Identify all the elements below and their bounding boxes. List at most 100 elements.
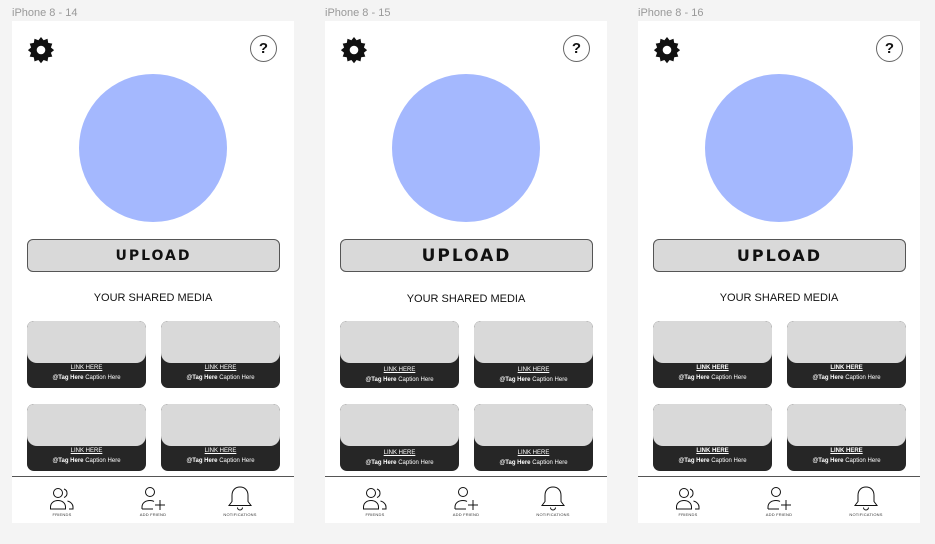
nav-add-friend[interactable]: ADD FRIEND	[744, 485, 814, 517]
media-link[interactable]: LINK HERE	[27, 448, 146, 454]
media-card[interactable]: LINK HERE @Tag Here Caption Here	[787, 321, 906, 388]
media-thumbnail[interactable]	[27, 321, 146, 363]
media-tag[interactable]: @Tag Here	[52, 375, 83, 381]
help-button[interactable]: ?	[563, 35, 590, 62]
gear-icon[interactable]	[652, 35, 682, 65]
media-link[interactable]: LINK HERE	[787, 448, 906, 454]
media-thumbnail[interactable]	[787, 321, 906, 363]
media-caption: @Tag Here Caption Here	[161, 458, 280, 464]
media-card[interactable]: LINK HERE @Tag Here Caption Here	[787, 404, 906, 471]
media-card[interactable]: LINK HERE @Tag Here Caption Here	[340, 404, 459, 471]
media-thumbnail[interactable]	[340, 321, 459, 363]
upload-button[interactable]: UPLOAD	[653, 239, 906, 272]
section-title: YOUR SHARED MEDIA	[93, 292, 213, 304]
media-card[interactable]: LINK HERE @Tag Here Caption Here	[474, 321, 593, 388]
nav-notifications-label: NOTIFICATIONS	[536, 512, 570, 517]
media-tag[interactable]: @Tag Here	[499, 377, 530, 383]
bell-icon	[854, 486, 878, 511]
media-thumbnail[interactable]	[161, 321, 280, 363]
media-card[interactable]: LINK HERE @Tag Here Caption Here	[27, 321, 146, 388]
person-plus-icon	[767, 487, 791, 510]
section-title: YOUR SHARED MEDIA	[406, 293, 526, 305]
media-link[interactable]: LINK HERE	[161, 365, 280, 371]
media-link[interactable]: LINK HERE	[340, 450, 459, 456]
nav-notifications[interactable]: NOTIFICATIONS	[518, 485, 588, 517]
media-card[interactable]: LINK HERE @Tag Here Caption Here	[653, 321, 772, 388]
people-icon	[363, 488, 387, 510]
person-plus-icon	[454, 487, 478, 510]
media-tag[interactable]: @Tag Here	[365, 377, 396, 383]
people-icon	[676, 488, 700, 510]
nav-friends[interactable]: FRIENDS	[27, 485, 97, 517]
bottom-nav: FRIENDS ADD FRIEND NOTIFICATIONS	[12, 476, 294, 523]
phone-frame: ? UPLOAD YOUR SHARED MEDIA LINK HERE @Tag…	[638, 21, 920, 523]
caption-text: Caption Here	[845, 375, 881, 381]
media-caption: @Tag Here Caption Here	[653, 375, 772, 381]
media-thumbnail[interactable]	[653, 404, 772, 446]
nav-add-friend[interactable]: ADD FRIEND	[431, 485, 501, 517]
media-tag[interactable]: @Tag Here	[812, 375, 843, 381]
nav-notifications[interactable]: NOTIFICATIONS	[831, 485, 901, 517]
gear-icon[interactable]	[26, 35, 56, 65]
media-card[interactable]: LINK HERE @Tag Here Caption Here	[27, 404, 146, 471]
caption-text: Caption Here	[219, 375, 255, 381]
nav-add-friend[interactable]: ADD FRIEND	[118, 485, 188, 517]
media-tag[interactable]: @Tag Here	[186, 375, 217, 381]
help-button[interactable]: ?	[876, 35, 903, 62]
media-thumbnail[interactable]	[653, 321, 772, 363]
bottom-nav: FRIENDS ADD FRIEND NOTIFICATIONS	[325, 476, 607, 523]
bottom-nav: FRIENDS ADD FRIEND NOTIFICATIONS	[638, 476, 920, 523]
media-link[interactable]: LINK HERE	[474, 367, 593, 373]
upload-button[interactable]: UPLOAD	[340, 239, 593, 272]
nav-add-friend-label: ADD FRIEND	[765, 512, 793, 517]
profile-avatar[interactable]	[79, 74, 227, 222]
media-thumbnail[interactable]	[474, 321, 593, 363]
media-card[interactable]: LINK HERE @Tag Here Caption Here	[653, 404, 772, 471]
media-link[interactable]: LINK HERE	[161, 448, 280, 454]
media-tag[interactable]: @Tag Here	[678, 458, 709, 464]
profile-avatar[interactable]	[392, 74, 540, 222]
media-caption: @Tag Here Caption Here	[161, 375, 280, 381]
media-thumbnail[interactable]	[787, 404, 906, 446]
profile-avatar[interactable]	[705, 74, 853, 222]
media-link[interactable]: LINK HERE	[27, 365, 146, 371]
media-link[interactable]: LINK HERE	[787, 365, 906, 371]
media-card[interactable]: LINK HERE @Tag Here Caption Here	[161, 321, 280, 388]
media-link[interactable]: LINK HERE	[653, 448, 772, 454]
nav-friends-label: FRIENDS	[52, 512, 72, 517]
media-tag[interactable]: @Tag Here	[499, 460, 530, 466]
gear-icon[interactable]	[339, 35, 369, 65]
media-card[interactable]: LINK HERE @Tag Here Caption Here	[161, 404, 280, 471]
caption-text: Caption Here	[711, 458, 747, 464]
media-tag[interactable]: @Tag Here	[186, 458, 217, 464]
media-link[interactable]: LINK HERE	[653, 365, 772, 371]
caption-text: Caption Here	[398, 377, 434, 383]
caption-text: Caption Here	[845, 458, 881, 464]
media-thumbnail[interactable]	[27, 404, 146, 446]
media-card[interactable]: LINK HERE @Tag Here Caption Here	[474, 404, 593, 471]
nav-notifications-label: NOTIFICATIONS	[849, 512, 883, 517]
media-link[interactable]: LINK HERE	[340, 367, 459, 373]
media-tag[interactable]: @Tag Here	[678, 375, 709, 381]
media-tag[interactable]: @Tag Here	[52, 458, 83, 464]
media-caption: @Tag Here Caption Here	[474, 460, 593, 466]
nav-notifications[interactable]: NOTIFICATIONS	[205, 485, 275, 517]
nav-friends[interactable]: FRIENDS	[340, 485, 410, 517]
caption-text: Caption Here	[85, 375, 121, 381]
media-card[interactable]: LINK HERE @Tag Here Caption Here	[340, 321, 459, 388]
media-thumbnail[interactable]	[161, 404, 280, 446]
media-thumbnail[interactable]	[340, 404, 459, 446]
media-caption: @Tag Here Caption Here	[474, 377, 593, 383]
media-thumbnail[interactable]	[474, 404, 593, 446]
media-link[interactable]: LINK HERE	[474, 450, 593, 456]
media-caption: @Tag Here Caption Here	[787, 375, 906, 381]
frame-label: iPhone 8 - 14	[12, 7, 78, 19]
section-title: YOUR SHARED MEDIA	[719, 292, 839, 304]
media-tag[interactable]: @Tag Here	[812, 458, 843, 464]
nav-add-friend-label: ADD FRIEND	[139, 512, 167, 517]
upload-button[interactable]: UPLOAD	[27, 239, 280, 272]
frame-label: iPhone 8 - 16	[638, 7, 704, 19]
nav-friends[interactable]: FRIENDS	[653, 485, 723, 517]
media-tag[interactable]: @Tag Here	[365, 460, 396, 466]
help-button[interactable]: ?	[250, 35, 277, 62]
